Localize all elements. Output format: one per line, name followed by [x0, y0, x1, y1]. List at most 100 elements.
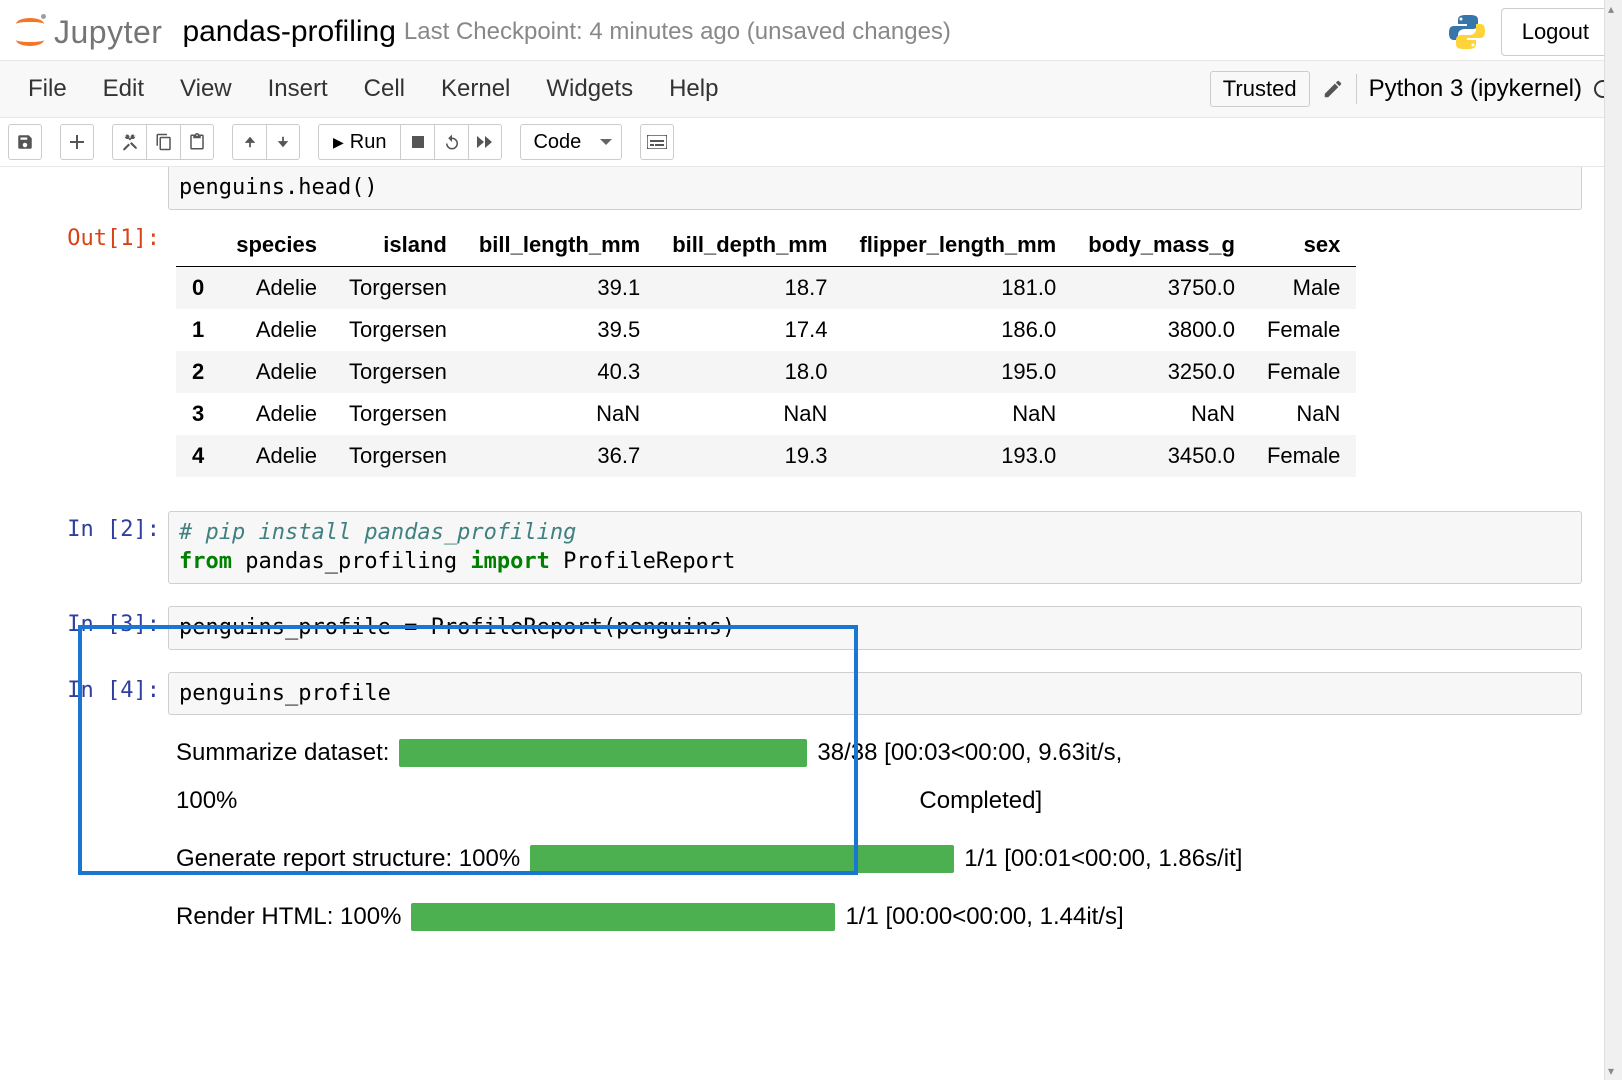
code-cell-2[interactable]: In [2]: # pip install pandas_profiling f…: [0, 511, 1622, 584]
command-palette-button[interactable]: [640, 124, 674, 160]
table-cell: 181.0: [843, 266, 1072, 309]
table-cell: 18.0: [656, 351, 843, 393]
input-prompt-partial: [0, 167, 168, 210]
menu-cell[interactable]: Cell: [346, 69, 423, 109]
output-area-1: speciesislandbill_length_mmbill_depth_mm…: [168, 220, 1582, 481]
menubar: File Edit View Insert Cell Kernel Widget…: [0, 60, 1622, 118]
jupyter-logo-text: Jupyter: [54, 14, 162, 51]
table-cell: Adelie: [220, 351, 333, 393]
separator: [1356, 74, 1357, 104]
table-cell: Adelie: [220, 266, 333, 309]
cell-type-select[interactable]: Code: [520, 124, 622, 160]
output-prompt-1: Out[1]:: [0, 220, 168, 481]
code-input-4[interactable]: penguins_profile: [168, 672, 1582, 716]
input-prompt-4: In [4]:: [0, 672, 168, 716]
copy-button[interactable]: [146, 124, 180, 160]
table-index: 2: [176, 351, 220, 393]
empty-prompt: [0, 715, 168, 935]
progress-row-generate: Generate report structure: 100% 1/1 [00:…: [176, 845, 1582, 873]
progress-completed: Completed]: [919, 787, 1042, 815]
code-cell-4[interactable]: In [4]: penguins_profile: [0, 672, 1622, 716]
table-cell: 186.0: [843, 309, 1072, 351]
output-area-4: Summarize dataset: 38/38 [00:03<00:00, 9…: [168, 715, 1582, 935]
trusted-indicator[interactable]: Trusted: [1210, 71, 1310, 107]
menu-help[interactable]: Help: [651, 69, 736, 109]
paste-button[interactable]: [180, 124, 214, 160]
table-cell: 40.3: [463, 351, 656, 393]
table-row: 3AdelieTorgersenNaNNaNNaNNaNNaN: [176, 393, 1356, 435]
notebook-name[interactable]: pandas-profiling: [182, 15, 395, 49]
table-header: bill_depth_mm: [656, 224, 843, 267]
progress-stats: 38/38 [00:03<00:00, 9.63it/s,: [817, 739, 1122, 767]
move-up-button[interactable]: [232, 124, 266, 160]
table-cell: Adelie: [220, 309, 333, 351]
progress-row-summarize: Summarize dataset: 38/38 [00:03<00:00, 9…: [176, 739, 1582, 815]
restart-button[interactable]: [434, 124, 468, 160]
code-input-2[interactable]: # pip install pandas_profiling from pand…: [168, 511, 1582, 584]
table-cell: Adelie: [220, 393, 333, 435]
menu-edit[interactable]: Edit: [85, 69, 162, 109]
code-cell-partial[interactable]: penguins.head(): [0, 167, 1622, 210]
table-index: 4: [176, 435, 220, 477]
input-prompt-2: In [2]:: [0, 511, 168, 584]
kernel-name[interactable]: Python 3 (ipykernel): [1369, 75, 1582, 103]
progress-stats: 1/1 [00:01<00:00, 1.86s/it]: [964, 845, 1242, 873]
progress-row-render: Render HTML: 100% 1/1 [00:00<00:00, 1.44…: [176, 903, 1582, 931]
progress-bar-icon: [399, 739, 807, 767]
output-cell-4: Summarize dataset: 38/38 [00:03<00:00, 9…: [0, 715, 1622, 935]
toolbar: ▶Run Code: [0, 118, 1622, 167]
table-cell: 36.7: [463, 435, 656, 477]
logout-button[interactable]: Logout: [1501, 8, 1610, 56]
input-prompt-3: In [3]:: [0, 606, 168, 650]
add-cell-button[interactable]: [60, 124, 94, 160]
table-header: body_mass_g: [1072, 224, 1251, 267]
table-cell: Torgersen: [333, 351, 463, 393]
table-cell: 3800.0: [1072, 309, 1251, 351]
table-cell: Torgersen: [333, 435, 463, 477]
output-cell-1: Out[1]: speciesislandbill_length_mmbill_…: [0, 220, 1622, 481]
table-cell: 3450.0: [1072, 435, 1251, 477]
table-cell: 3250.0: [1072, 351, 1251, 393]
table-index: 3: [176, 393, 220, 435]
table-cell: 18.7: [656, 266, 843, 309]
progress-bar-icon: [411, 903, 835, 931]
save-button[interactable]: [8, 124, 42, 160]
table-cell: Torgersen: [333, 309, 463, 351]
table-cell: Torgersen: [333, 393, 463, 435]
table-row: 2AdelieTorgersen40.318.0195.03250.0Femal…: [176, 351, 1356, 393]
menu-kernel[interactable]: Kernel: [423, 69, 528, 109]
table-row: 0AdelieTorgersen39.118.7181.03750.0Male: [176, 266, 1356, 309]
move-down-button[interactable]: [266, 124, 300, 160]
header: Jupyter pandas-profiling Last Checkpoint…: [0, 0, 1622, 60]
table-cell: Torgersen: [333, 266, 463, 309]
restart-run-all-button[interactable]: [468, 124, 502, 160]
python-icon: [1447, 12, 1487, 52]
table-header: flipper_length_mm: [843, 224, 1072, 267]
code-input-partial[interactable]: penguins.head(): [168, 167, 1582, 210]
menu-widgets[interactable]: Widgets: [528, 69, 651, 109]
table-cell: Female: [1251, 351, 1356, 393]
cell-type-select-wrap[interactable]: Code: [520, 124, 622, 160]
interrupt-button[interactable]: [400, 124, 434, 160]
cut-button[interactable]: [112, 124, 146, 160]
table-cell: Female: [1251, 309, 1356, 351]
scrollbar[interactable]: [1604, 0, 1622, 1080]
table-index: 0: [176, 266, 220, 309]
jupyter-logo-icon: [12, 14, 48, 50]
code-cell-3[interactable]: In [3]: penguins_profile = ProfileReport…: [0, 606, 1622, 650]
code-input-3[interactable]: penguins_profile = ProfileReport(penguin…: [168, 606, 1582, 650]
progress-label-pct: 100%: [176, 787, 237, 815]
jupyter-logo[interactable]: Jupyter: [12, 14, 162, 51]
progress-bar-icon: [530, 845, 954, 873]
run-button[interactable]: ▶Run: [318, 124, 400, 160]
edit-indicator-icon[interactable]: [1322, 78, 1344, 100]
table-cell: 39.1: [463, 266, 656, 309]
table-cell: NaN: [656, 393, 843, 435]
menu-view[interactable]: View: [162, 69, 250, 109]
table-cell: NaN: [1072, 393, 1251, 435]
table-row: 1AdelieTorgersen39.517.4186.03800.0Femal…: [176, 309, 1356, 351]
menu-insert[interactable]: Insert: [250, 69, 346, 109]
table-cell: NaN: [463, 393, 656, 435]
table-header: island: [333, 224, 463, 267]
menu-file[interactable]: File: [10, 69, 85, 109]
